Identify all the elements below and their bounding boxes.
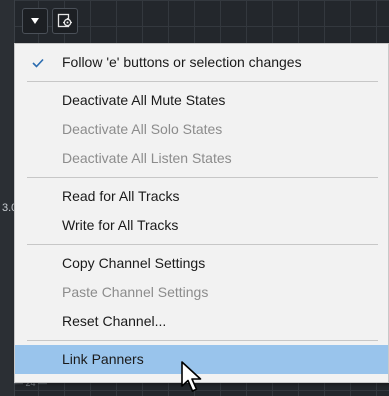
- menu-item-label: Deactivate All Mute States: [62, 92, 226, 108]
- menu-item-deactivate-mute[interactable]: Deactivate All Mute States: [15, 86, 388, 115]
- settings-gear-icon: [57, 13, 72, 28]
- menu-item-deactivate-listen: Deactivate All Listen States: [15, 144, 388, 173]
- mouse-pointer-icon: [181, 361, 202, 392]
- checkmark-icon: [31, 48, 45, 77]
- menu-item-label: Paste Channel Settings: [62, 284, 209, 300]
- menu-item-label: Write for All Tracks: [62, 217, 179, 233]
- menu-item-write-all-tracks[interactable]: Write for All Tracks: [15, 211, 388, 240]
- menu-separator: [27, 81, 378, 82]
- functions-menu-button[interactable]: [22, 8, 48, 34]
- menu-item-label: Read for All Tracks: [62, 188, 180, 204]
- menu-item-label: Link Panners: [62, 351, 144, 367]
- menu-item-paste-channel-settings: Paste Channel Settings: [15, 278, 388, 307]
- menu-item-label: Deactivate All Solo States: [62, 121, 223, 137]
- menu-item-copy-channel-settings[interactable]: Copy Channel Settings: [15, 249, 388, 278]
- menu-item-label: Deactivate All Listen States: [62, 150, 232, 166]
- menu-item-label: Reset Channel...: [62, 313, 167, 329]
- settings-button[interactable]: [52, 8, 78, 34]
- menu-item-deactivate-solo: Deactivate All Solo States: [15, 115, 388, 144]
- menu-item-read-all-tracks[interactable]: Read for All Tracks: [15, 182, 388, 211]
- menu-separator: [27, 244, 378, 245]
- menu-separator: [27, 340, 378, 341]
- menu-item-follow-e-buttons[interactable]: Follow 'e' buttons or selection changes: [15, 48, 388, 77]
- mixer-toolbar: [22, 8, 78, 34]
- menu-item-label: Copy Channel Settings: [62, 255, 206, 271]
- channel-strip-edge: [0, 0, 15, 396]
- menu-item-label: Follow 'e' buttons or selection changes: [62, 54, 302, 70]
- context-menu: Follow 'e' buttons or selection changes …: [14, 43, 389, 383]
- mixer-window: 3.0 — 24 — Follow 'e' buttons or selecti: [0, 0, 389, 396]
- menu-item-reset-channel[interactable]: Reset Channel...: [15, 307, 388, 336]
- triangle-down-icon: [31, 18, 39, 24]
- menu-separator: [27, 177, 378, 178]
